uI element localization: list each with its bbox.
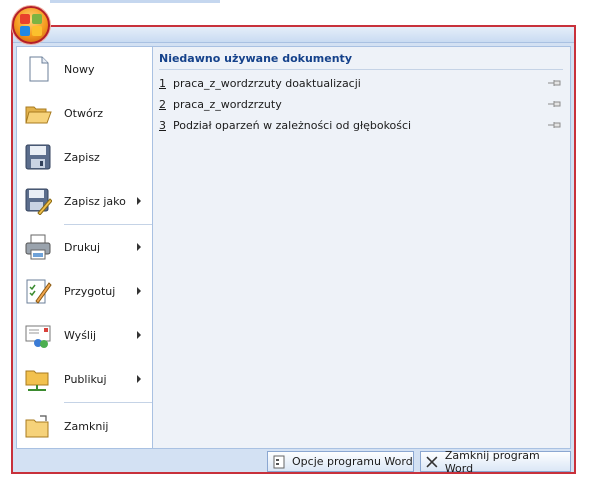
menu-item-label: Drukuj <box>64 240 101 254</box>
recent-documents-title: Niedawno używane dokumenty <box>159 52 352 65</box>
submenu-arrow-icon <box>137 287 141 295</box>
new-document-icon <box>29 56 49 82</box>
close-x-icon <box>426 456 438 467</box>
menu-item-new[interactable]: Nowy <box>17 47 152 91</box>
printer-icon <box>25 234 51 260</box>
recent-title-underline <box>159 69 563 70</box>
recent-document-item[interactable]: 3 Podział oparzeń w zależności od głębok… <box>159 117 563 135</box>
exit-word-label: Zamknij program Word <box>444 448 540 475</box>
office-logo-icon <box>20 14 42 36</box>
submenu-arrow-icon <box>137 375 141 383</box>
open-folder-icon <box>25 106 52 124</box>
submenu-arrow-icon <box>137 243 141 251</box>
close-folder-icon <box>25 415 49 438</box>
recent-documents-pane: Niedawno używane dokumenty 1 praca_z_wor… <box>152 46 571 449</box>
send-icon <box>25 325 51 348</box>
recent-document-name: praca_z_wordzrzuty doaktualizacji <box>173 77 361 90</box>
word-options-label: Opcje programu Word <box>292 455 413 468</box>
prepare-document-icon <box>26 279 52 304</box>
recent-document-item[interactable]: 2 praca_z_wordzrzuty <box>159 96 563 114</box>
exit-word-button[interactable]: Zamknij program Word <box>420 448 571 475</box>
word-options-button[interactable]: Opcje programu Word <box>267 451 414 472</box>
submenu-arrow-icon <box>137 197 141 205</box>
menu-item-print[interactable]: Drukuj <box>17 225 152 269</box>
pin-icon[interactable] <box>547 78 563 88</box>
menu-item-label: Zapisz <box>64 150 100 164</box>
pin-icon[interactable] <box>547 99 563 109</box>
menu-item-label: Publikuj <box>64 372 107 386</box>
menu-top-bar <box>13 27 574 43</box>
recent-document-name: Podział oparzeń w zależności od głębokoś… <box>173 119 412 132</box>
menu-item-save-as[interactable]: Zapisz jako <box>17 179 152 223</box>
left-command-pane: Nowy Otwórz Zapisz Zapisz jako Drukuj Pr… <box>16 46 152 449</box>
options-document-icon <box>273 455 285 468</box>
recent-document-number: 1 <box>159 77 166 90</box>
recent-document-number: 2 <box>159 98 166 111</box>
recent-document-item[interactable]: 1 praca_z_wordzrzuty doaktualizacji <box>159 75 563 93</box>
menu-item-close[interactable]: Zamknij <box>17 404 152 448</box>
ribbon-top-strip <box>50 0 220 3</box>
menu-item-prepare[interactable]: Przygotuj <box>17 269 152 313</box>
menu-item-label: Otwórz <box>64 106 103 120</box>
office-button[interactable] <box>12 6 50 44</box>
recent-document-name: praca_z_wordzrzuty <box>173 98 282 111</box>
menu-item-save[interactable]: Zapisz <box>17 135 152 179</box>
menu-item-send[interactable]: Wyślij <box>17 313 152 357</box>
save-disk-icon <box>25 144 51 170</box>
office-menu: Nowy Otwórz Zapisz Zapisz jako Drukuj Pr… <box>11 25 576 475</box>
menu-item-label: Zapisz jako <box>64 194 126 208</box>
submenu-arrow-icon <box>137 331 141 339</box>
menu-item-label: Zamknij <box>64 419 109 433</box>
publish-icon <box>25 370 49 391</box>
menu-item-label: Wyślij <box>64 328 97 342</box>
menu-item-open[interactable]: Otwórz <box>17 91 152 135</box>
menu-item-publish[interactable]: Publikuj <box>17 357 152 401</box>
menu-separator <box>64 402 152 403</box>
recent-document-number: 3 <box>159 119 166 132</box>
menu-item-label: Przygotuj <box>64 284 116 298</box>
save-as-icon <box>25 188 52 215</box>
menu-item-label: Nowy <box>64 62 95 76</box>
pin-icon[interactable] <box>547 120 563 130</box>
